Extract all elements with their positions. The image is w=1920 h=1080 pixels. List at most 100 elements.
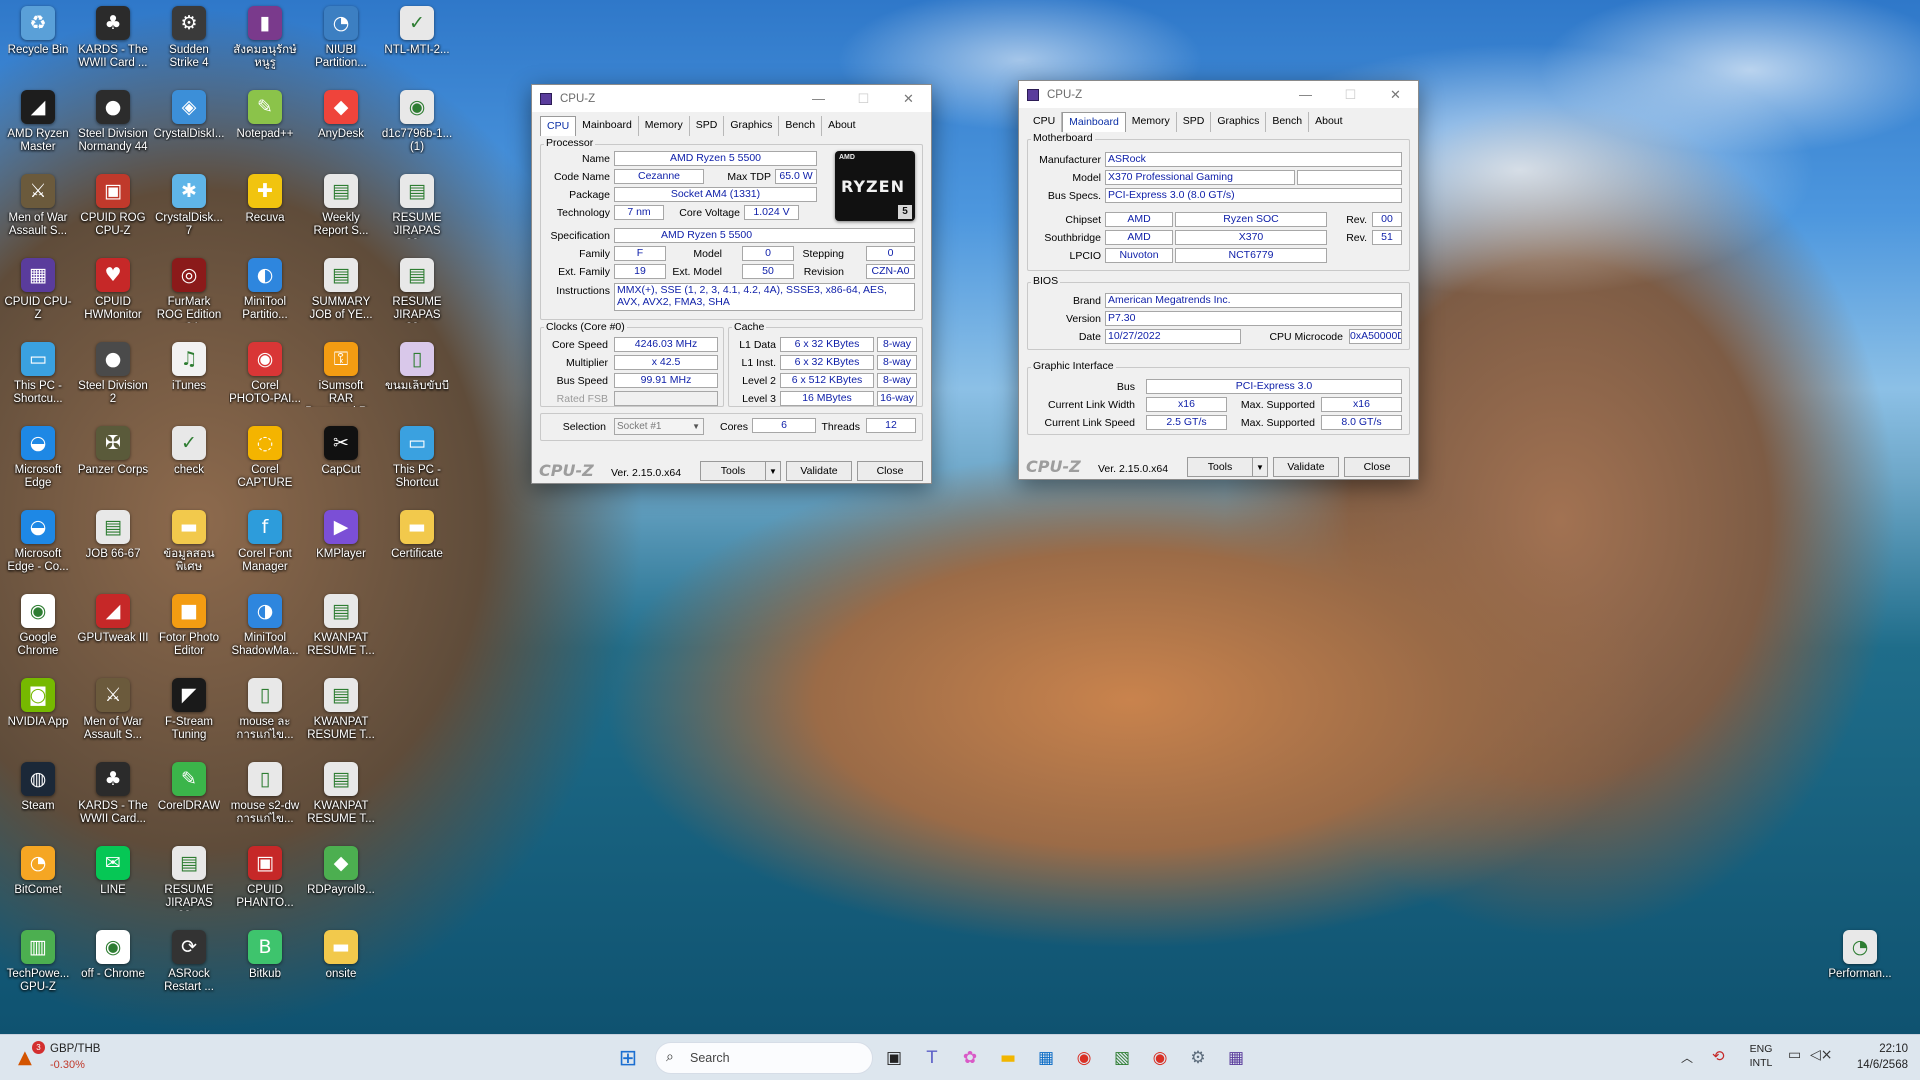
settings-icon[interactable]: ⚙ — [1184, 1044, 1212, 1072]
desktop-icon[interactable]: ◌ Corel CAPTURE — [229, 426, 301, 490]
tools-button[interactable]: Tools — [700, 461, 766, 481]
display-icon[interactable]: ▭ — [1788, 1047, 1801, 1063]
photos-icon[interactable]: ▧ — [1108, 1044, 1136, 1072]
minimize-button[interactable]: — — [1283, 81, 1328, 108]
desktop-icon[interactable]: ◐ MiniTool Partitio... — [229, 258, 301, 322]
desktop-icon[interactable]: B Bitkub — [229, 930, 301, 981]
desktop-icon[interactable]: ♻ Recycle Bin — [2, 6, 74, 57]
tab-cpu[interactable]: CPU — [1027, 112, 1063, 132]
volume-muted-icon[interactable]: ◁× — [1810, 1047, 1833, 1063]
desktop-icon[interactable]: ✎ CorelDRAW — [153, 762, 225, 813]
chevron-up-icon[interactable]: ︿ — [1681, 1049, 1693, 1066]
tab-graphics[interactable]: Graphics — [1211, 112, 1267, 132]
desktop-icon[interactable]: ▮ สังคมอนุรักษ์ หนูรู — [229, 6, 301, 70]
close-window-button[interactable]: ✕ — [1373, 81, 1418, 108]
desktop-icon[interactable]: ◑ MiniTool ShadowMa... — [229, 594, 301, 658]
desktop-icon[interactable]: ▤ RESUME JIRAPAS 20... — [153, 846, 225, 911]
desktop-icon[interactable]: ⚔ Men of War Assault S... — [77, 678, 149, 742]
desktop-icon[interactable]: ♣ KARDS - The WWII Card ... — [77, 6, 149, 70]
desktop-icon[interactable]: ▬ Certificate — [381, 510, 453, 561]
desktop-icon[interactable]: ■ Fotor Photo Editor — [153, 594, 225, 658]
desktop-icon[interactable]: ▶ KMPlayer — [305, 510, 377, 561]
cpuz-taskbar-icon[interactable]: ▦ — [1222, 1044, 1250, 1072]
tab-mainboard[interactable]: Mainboard — [576, 116, 639, 136]
desktop-icon[interactable]: ▤ RESUME JIRAPAS 20... — [381, 258, 453, 323]
desktop-icon[interactable]: ⟳ ASRock Restart ... — [153, 930, 225, 994]
desktop-icon[interactable]: f Corel Font Manager — [229, 510, 301, 574]
close-button[interactable]: Close — [1344, 457, 1410, 477]
desktop-icon[interactable]: ◢ GPUTweak III — [77, 594, 149, 645]
desktop-icon[interactable]: ▣ CPUID PHANTO... — [229, 846, 301, 910]
tab-memory[interactable]: Memory — [1126, 112, 1177, 132]
tab-about[interactable]: About — [1309, 112, 1348, 132]
desktop-icon[interactable]: ◒ Microsoft Edge - Co... — [2, 510, 74, 574]
desktop-icon[interactable]: ● Steel Division Normandy 44 — [77, 90, 149, 154]
tab-cpu[interactable]: CPU — [540, 116, 577, 136]
desktop-icon[interactable]: ▬ ข้อมูลสอนพิเศษ — [153, 510, 225, 574]
desktop-icon[interactable]: ✱ CrystalDisk... 7 — [153, 174, 225, 238]
copilot-icon[interactable]: ✿ — [956, 1044, 984, 1072]
desktop-icon[interactable]: ♣ KARDS - The WWII Card... — [77, 762, 149, 826]
tab-bench[interactable]: Bench — [779, 116, 823, 136]
desktop-icon[interactable]: ◒ Microsoft Edge — [2, 426, 74, 490]
desktop-icon[interactable]: ▤ RESUME JIRAPAS 20... — [381, 174, 453, 239]
validate-button[interactable]: Validate — [786, 461, 852, 481]
tab-memory[interactable]: Memory — [639, 116, 690, 136]
close-window-button[interactable]: ✕ — [886, 85, 931, 112]
tab-mainboard[interactable]: Mainboard — [1062, 112, 1126, 132]
ms-store-icon[interactable]: ▦ — [1032, 1044, 1060, 1072]
desktop-icon[interactable]: ▤ KWANPAT RESUME T... — [305, 678, 377, 742]
tools-dropdown-button[interactable]: ▼ — [1252, 457, 1268, 477]
desktop-icon[interactable]: ◉ off - Chrome — [77, 930, 149, 981]
cpuz-cpu-titlebar[interactable]: CPU-Z — ☐ ✕ — [532, 85, 931, 112]
desktop-icon[interactable]: ▤ KWANPAT RESUME T... — [305, 594, 377, 658]
desktop-icon[interactable]: ▤ Weekly Report S... — [305, 174, 377, 238]
desktop-icon[interactable]: ◔ BitComet — [2, 846, 74, 897]
search-box[interactable]: ⌕ Search — [655, 1042, 873, 1074]
desktop-icon[interactable]: ◙ NVIDIA App — [2, 678, 74, 729]
desktop-icon[interactable]: ▯ ขนมเล็บขับบี — [381, 342, 453, 393]
desktop-icon[interactable]: ◉ d1c7796b-1... (1) — [381, 90, 453, 154]
desktop-icon[interactable]: ◍ Steam — [2, 762, 74, 813]
tab-spd[interactable]: SPD — [690, 116, 725, 136]
maximize-button[interactable]: ☐ — [1328, 81, 1373, 108]
desktop-icon[interactable]: ◎ FurMark ROG Edition x64 — [153, 258, 225, 323]
desktop-icon[interactable]: ▯ mouse ละ การแก่ไข... — [229, 678, 301, 742]
desktop-icon[interactable]: ▯ mouse s2-dw การแก่ไข... — [229, 762, 301, 826]
desktop-icon[interactable]: ✉ LINE — [77, 846, 149, 897]
desktop-icon[interactable]: ✚ Recuva — [229, 174, 301, 225]
desktop-icon[interactable]: ✓ NTL-MTI-2... — [381, 6, 453, 57]
tools-button[interactable]: Tools — [1187, 457, 1253, 477]
desktop-icon[interactable]: ▦ CPUID CPU-Z — [2, 258, 74, 322]
teams-icon[interactable]: T — [918, 1044, 946, 1072]
chrome-icon[interactable]: ◉ — [1070, 1044, 1098, 1072]
desktop-icon[interactable]: ● Steel Division 2 — [77, 342, 149, 406]
desktop-icon[interactable]: ◉ Google Chrome — [2, 594, 74, 658]
desktop-icon[interactable]: ▥ TechPowe... GPU-Z — [2, 930, 74, 994]
network-alert-icon[interactable]: ⟲ — [1712, 1047, 1725, 1065]
tab-about[interactable]: About — [822, 116, 861, 136]
desktop-icon[interactable]: ⚔ Men of War Assault S... — [2, 174, 74, 238]
desktop-icon[interactable]: ▭ This PC - Shortcut — [381, 426, 453, 490]
desktop-icon[interactable]: ⚿ iSumsoft RAR Password R... — [305, 342, 377, 407]
validate-button[interactable]: Validate — [1273, 457, 1339, 477]
clock[interactable]: 22:10 14/6/2568 — [1836, 1041, 1908, 1073]
chrome-profile-icon[interactable]: ◉ — [1146, 1044, 1174, 1072]
tab-graphics[interactable]: Graphics — [724, 116, 780, 136]
tab-bench[interactable]: Bench — [1266, 112, 1310, 132]
minimize-button[interactable]: — — [796, 85, 841, 112]
desktop-icon[interactable]: ◆ RDPayroll9... — [305, 846, 377, 897]
desktop-icon[interactable]: ◆ AnyDesk — [305, 90, 377, 141]
desktop-icon[interactable]: ▤ JOB 66-67 — [77, 510, 149, 561]
desktop-icon[interactable]: ▬ onsite — [305, 930, 377, 981]
task-view-icon[interactable]: ▣ — [880, 1044, 908, 1072]
desktop-icon[interactable]: ◤ F-Stream Tuning — [153, 678, 225, 742]
tab-spd[interactable]: SPD — [1177, 112, 1212, 132]
desktop-icon[interactable]: ⚙ Sudden Strike 4 — [153, 6, 225, 70]
desktop-icon[interactable]: ✎ Notepad++ — [229, 90, 301, 141]
language-indicator[interactable]: ENG INTL — [1746, 1042, 1776, 1070]
desktop-icon[interactable]: ♥ CPUID HWMonitor — [77, 258, 149, 322]
desktop-icon[interactable]: ◔ Performan... — [1824, 930, 1896, 981]
desktop-icon[interactable]: ✂ CapCut — [305, 426, 377, 477]
start-button[interactable]: ⊞ — [614, 1044, 642, 1072]
